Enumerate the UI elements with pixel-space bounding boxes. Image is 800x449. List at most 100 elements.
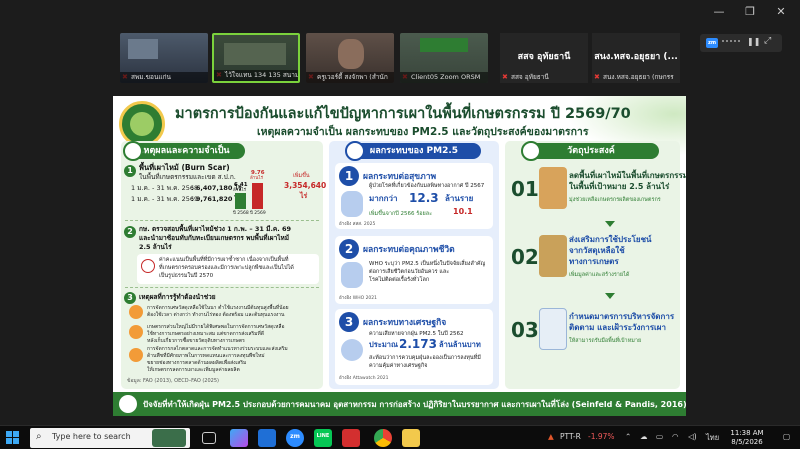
increase-label: เพิ่มขึ้น [293, 173, 310, 179]
system-clock[interactable]: 11:38 AM 8/5/2026 [727, 429, 767, 447]
objective-3-line-2: ติดตาม และเฝ้าระวังการเผา [569, 323, 666, 332]
health-big-unit: ล้านราย [445, 194, 474, 203]
line-app-icon[interactable]: LINE [314, 429, 332, 447]
zoom-app-icon[interactable]: zm [286, 429, 304, 447]
survey-note-1: ค่าคะแนนเป็นพื้นที่ที่มีการเผาซ้ำซาก เนื… [159, 257, 289, 263]
participant-video-active-speaker[interactable]: ✖ ไว้ใจแทน 134 135 สนาม [212, 33, 300, 83]
participant-video[interactable]: ✖ Client05 Zoom ORSM [400, 33, 488, 83]
impacts-header: ผลกระทบของ PM2.5 [345, 141, 481, 161]
life-quality-title: ผลกระทบต่อคุณภาพชีวิต [363, 245, 455, 255]
news-widget-icon[interactable] [152, 429, 186, 447]
objective-2-line-3: ทางการเกษตร [569, 257, 619, 266]
participant-title: สนง.หสจ.อยุธยา (... [594, 52, 678, 62]
objective-1: 01 ลดพื้นที่เผาไหม้ในพื้นที่เกษตรกรรม ใน… [509, 163, 686, 229]
show-hidden-icons[interactable]: ⌃ [625, 432, 631, 441]
notification-icon[interactable]: ▢ [783, 432, 790, 441]
economic-impact-title: ผลกระทบทางเศรษฐกิจ [363, 318, 447, 328]
language-indicator[interactable]: ไทย [706, 432, 719, 444]
reason-c-4: ให้เกษตรกรลดการเผาและเพิ่มมูลค่าผลผลิต [147, 367, 240, 373]
stock-ticker[interactable]: PTT-R [560, 432, 581, 441]
life-line-1: WHO ระบุว่า PM2.5 เป็นหนึ่งในปัจจัยเสี่ย… [369, 261, 486, 267]
economic-line-3: ความคุ้มค่าทางเศรษฐกิจ [369, 363, 428, 369]
reasons-column: เหตุผลและความจำเป็น 1 พื้นที่เผาไหม้ (Bu… [121, 141, 326, 389]
minimize-button[interactable]: — [708, 5, 730, 18]
copilot-icon[interactable] [230, 429, 248, 447]
title-bar: — ❐ ✕ [0, 0, 800, 28]
participant-name: สสจ อุทัยธานี [511, 73, 549, 81]
divider [125, 287, 319, 288]
zoom-logo-icon: zm [706, 38, 718, 48]
card-number: 3 [339, 312, 359, 332]
participant-name: สนง.หสจ.อยุธยา (กษกรร [603, 73, 674, 81]
slide-title: มาตรการป้องกันและแก้ไขปัญหาการเผาในพื้นท… [175, 106, 631, 122]
close-button[interactable]: ✕ [770, 5, 792, 18]
display-icon[interactable]: ▭ [656, 432, 663, 441]
participant-video[interactable]: ✖ ครูเวอร์ตี้ สงจักพา (สำนัก [306, 33, 394, 83]
objective-2-line-2: จากวัสดุเหลือใช้ [569, 246, 625, 255]
objective-1-line-1: ลดพื้นที่เผาไหม้ในพื้นที่เกษตรกรรม [569, 171, 686, 180]
clock-date: 8/5/2026 [731, 438, 763, 446]
video-content [224, 43, 286, 65]
coin-icon [341, 339, 363, 361]
zoom-meeting-window: — ❐ ✕ ✖ สพม.ขอนแก่น ✖ ไว้ใจแทน 134 135 ส… [0, 0, 800, 449]
pdf-reader-icon[interactable] [342, 429, 360, 447]
bar-2568-year: ปี 2568 [233, 211, 249, 216]
checklist-icon [539, 308, 567, 350]
reason-b-3: หลังเก็บเกี่ยวการซื้อขายวัตถุดิบทางการเก… [147, 338, 245, 344]
pause-button[interactable]: ❚❚ [747, 37, 760, 46]
participant-tile[interactable]: สสจ อุทัยธานี ✖ สสจ อุทัยธานี [500, 33, 588, 83]
clock-time: 11:38 AM [730, 429, 764, 437]
economic-source: อ้างอิง Attawatch 2021 [339, 376, 389, 381]
survey-line-3: 2.5 ล้านไร่ [139, 243, 172, 251]
burning-field-icon [539, 167, 567, 209]
wifi-icon[interactable]: ◠ [672, 432, 679, 441]
participant-tile[interactable]: สนง.หสจ.อยุธยา (... ✖ สนง.หสจ.อยุธยา (กษ… [592, 33, 680, 83]
video-content [420, 38, 468, 52]
health-impact-title: ผลกระทบต่อสุขภาพ [363, 172, 437, 182]
market-icon [129, 348, 143, 362]
task-view-icon[interactable] [202, 432, 216, 444]
life-line-3: โรคไม่ติดต่อเรื้อรังทั่วโลก [369, 277, 430, 283]
no-burn-icon [141, 259, 155, 273]
straw-pile-icon [539, 235, 567, 277]
health-big-value: 12.3 [409, 191, 439, 205]
reasons-header: เหตุผลและความจำเป็น [123, 141, 245, 161]
stock-widget-icon: ▲ [548, 432, 554, 441]
file-explorer-icon[interactable] [402, 429, 420, 447]
windows-start-button[interactable] [6, 431, 20, 445]
store-icon[interactable] [258, 429, 276, 447]
objective-3-note: ให้สามารถรับมือพื้นที่เป้าหมาย [569, 338, 642, 344]
maximize-button[interactable]: ❐ [739, 5, 761, 18]
life-line-2: ต่อการเสียชีวิตก่อนวัยอันควร และ [369, 269, 450, 275]
speaker-icon[interactable]: ◁) [688, 432, 697, 441]
burn-2569-label: 1 ม.ค. - 31 พ.ค. 2569 [131, 195, 199, 203]
economic-prefix: ประมาณ [369, 340, 398, 349]
objective-3-line-1: กำหนดมาตรการบริหารจัดการ [569, 312, 675, 321]
slide-footer: ปัจจัยที่ทำให้เกิดฝุ่น PM2.5 ประกอบด้วยก… [113, 392, 686, 416]
participant-title: สสจ อุทัยธานี [517, 52, 571, 62]
target-icon [521, 141, 541, 161]
reasons-title: เหตุผลที่การรู้ทำต้องนำช่วย [139, 293, 216, 301]
health-source: อ้างอิง สสส. 2025 [339, 222, 376, 227]
expand-icon[interactable]: ⤢ [764, 36, 771, 46]
cloud-icon [345, 141, 365, 161]
source-note: ข้อมูล: FAO (2013), OECD–FAO (2025) [127, 378, 219, 384]
labor-icon [129, 305, 143, 319]
objective-2-line-1: ส่งเสริมการใช้ประโยชน์ [569, 235, 652, 244]
factory-icon [119, 395, 137, 413]
footer-text: ปัจจัยที่ทำให้เกิดฝุ่น PM2.5 ประกอบด้วยก… [143, 400, 686, 409]
zoom-floating-bar: zm ❚❚ ⤢ [700, 34, 782, 52]
objective-number: 02 [511, 245, 539, 269]
windows-taskbar: ⌕ Type here to search zm LINE ▲ PTT-R -1… [0, 425, 800, 449]
chrome-icon[interactable] [374, 429, 392, 447]
search-icon: ⌕ [36, 431, 42, 442]
life-quality-card: 2 ผลกระทบต่อคุณภาพชีวิต WHO ระบุว่า PM2.… [335, 236, 493, 304]
participant-video[interactable]: ✖ สพม.ขอนแก่น [120, 33, 208, 83]
burn-2568-label: 1 ม.ค. - 31 พ.ค. 2568 [131, 184, 199, 192]
economic-value: 2.173 [399, 337, 437, 351]
onedrive-icon[interactable]: ☁ [640, 432, 648, 441]
survey-note-3: เป็นรูปธรรมในปี 2570 [159, 273, 214, 279]
health-big-prefix: มากกว่า [369, 194, 398, 203]
objective-number: 01 [511, 177, 539, 201]
participant-name: สพม.ขอนแก่น [120, 72, 208, 83]
